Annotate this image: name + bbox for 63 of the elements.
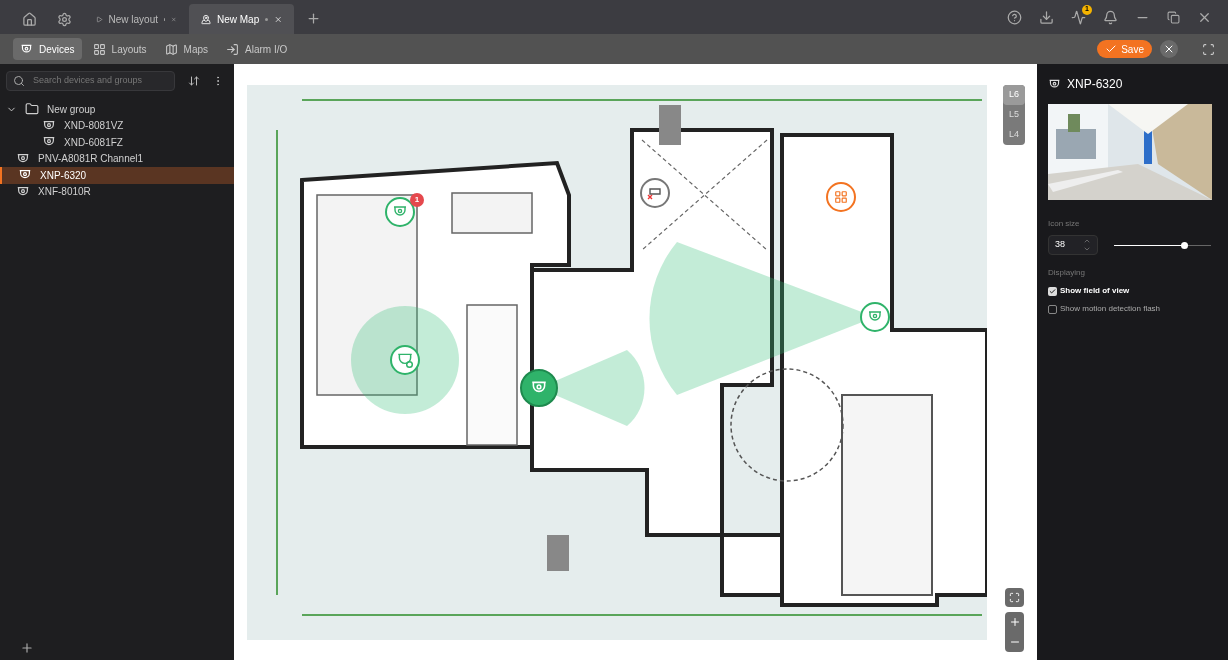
- tree-item[interactable]: XNF-8010R: [0, 183, 234, 200]
- tree-item[interactable]: PNV-A8081R Channel1: [0, 150, 234, 167]
- help-icon[interactable]: [1007, 9, 1022, 25]
- device-name: XNP-6320: [40, 168, 87, 183]
- section-label: Displaying: [1048, 267, 1086, 279]
- tree-item[interactable]: XND-8081VZ: [0, 117, 234, 134]
- search-field[interactable]: Search devices and groups: [6, 71, 175, 91]
- slider-thumb[interactable]: [1181, 241, 1189, 249]
- device-name: XND-8081VZ: [64, 119, 124, 134]
- panel-title: XNP-6320: [1067, 76, 1123, 93]
- tree-item[interactable]: XND-6081FZ: [0, 134, 234, 151]
- number-field[interactable]: 38: [1048, 235, 1098, 255]
- zoom-in-icon[interactable]: [1008, 616, 1021, 628]
- alarm-io-icon: [226, 42, 240, 56]
- sort-icon[interactable]: [188, 75, 200, 87]
- toolbar-tab[interactable]: Layouts: [85, 38, 154, 60]
- dome-camera-icon: [1048, 77, 1061, 91]
- fit-icon: [1009, 592, 1020, 603]
- floor-button[interactable]: L4: [1003, 125, 1025, 145]
- field-label: Icon size: [1048, 218, 1081, 230]
- map-icon: [164, 42, 178, 56]
- floor-button[interactable]: L5: [1003, 105, 1025, 125]
- checkbox-label: Show field of view: [1060, 285, 1130, 297]
- checkbox[interactable]: [1048, 304, 1057, 314]
- settings-icon[interactable]: [57, 11, 72, 27]
- check-icon: [1105, 43, 1118, 55]
- close-icon: [1163, 43, 1175, 55]
- bell-icon[interactable]: [1103, 9, 1118, 25]
- device-name: New group: [47, 102, 96, 117]
- ptz-camera-icon: [396, 351, 414, 369]
- fit-button[interactable]: [1005, 588, 1024, 607]
- layout-icon: [92, 42, 106, 56]
- decrement-icon[interactable]: [1083, 245, 1091, 253]
- offline-camera-icon: [647, 185, 663, 201]
- home-icon[interactable]: [22, 11, 37, 27]
- sensor-icon: [834, 190, 848, 204]
- tab-label: New layout: [108, 12, 158, 27]
- dome-camera-icon: [20, 42, 33, 56]
- download-icon[interactable]: [1039, 9, 1054, 25]
- add-icon[interactable]: [20, 641, 34, 655]
- check-icon: [1049, 287, 1056, 295]
- tab-label: New Map: [217, 12, 260, 27]
- window-tab[interactable]: New layout: [84, 4, 189, 34]
- tree-item[interactable]: XNP-6320: [0, 167, 234, 184]
- folder-icon: [25, 102, 39, 117]
- restore-icon[interactable]: [1167, 10, 1180, 24]
- checkbox[interactable]: [1048, 286, 1057, 296]
- tree-item[interactable]: New group: [0, 101, 234, 118]
- new-tab-icon[interactable]: [306, 11, 321, 26]
- map-icon: [201, 12, 211, 26]
- activity-icon[interactable]: [1071, 9, 1086, 25]
- window-tab[interactable]: New Map: [189, 4, 294, 34]
- increment-icon[interactable]: [1083, 237, 1091, 245]
- device-name: XNF-8010R: [38, 185, 91, 200]
- toolbar-tab[interactable]: Alarm I/O: [219, 38, 295, 60]
- checkbox-label: Show motion detection flash: [1060, 303, 1161, 315]
- cancel-button[interactable]: [1160, 40, 1178, 58]
- toolbar-tab[interactable]: Maps: [157, 38, 216, 60]
- fullscreen-icon[interactable]: [1202, 42, 1215, 56]
- toolbar-tab[interactable]: Devices: [13, 38, 82, 60]
- device-name: XND-6081FZ: [64, 135, 123, 150]
- search-icon: [13, 75, 25, 87]
- device-name: PNV-A8081R Channel1: [38, 152, 144, 167]
